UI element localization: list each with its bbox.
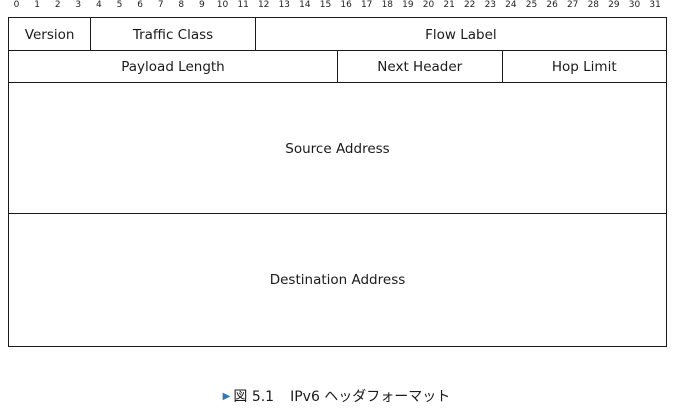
- field-payload-length: Payload Length: [8, 50, 338, 84]
- field-next-header: Next Header: [337, 50, 503, 84]
- field-source-address: Source Address: [8, 82, 667, 215]
- field-version: Version: [8, 17, 92, 52]
- figure-number: 図 5.1: [233, 389, 275, 405]
- field-flow-label: Flow Label: [254, 17, 667, 52]
- field-hop-limit: Hop Limit: [501, 50, 667, 84]
- field-destination-address: Destination Address: [8, 213, 667, 347]
- figure-title: IPv6 ヘッダフォーマット: [290, 389, 451, 405]
- field-traffic-class: Traffic Class: [90, 17, 256, 52]
- caption-marker-icon: ▶: [222, 390, 231, 402]
- figure-caption: ▶ 図 5.1 IPv6 ヘッダフォーマット: [0, 386, 673, 406]
- ipv6-header-diagram: Version Traffic Class Flow Label Payload Le…: [0, 0, 673, 360]
